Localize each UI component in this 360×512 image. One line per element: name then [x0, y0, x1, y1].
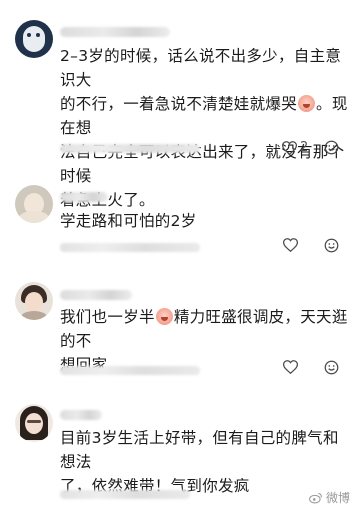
crying-face-emoji-icon — [298, 95, 316, 112]
crying-face-emoji-icon — [155, 308, 173, 325]
weibo-logo-icon — [309, 492, 322, 503]
username-redacted — [60, 27, 170, 37]
comment-item: 学走路和可怕的2岁 — [0, 165, 360, 265]
avatar[interactable] — [15, 404, 53, 442]
avatar[interactable] — [15, 282, 53, 320]
comment-item: 我们也一岁半 精力旺盛很调皮，天天逛的不 想回家 — [0, 268, 360, 388]
reply-emoji-button[interactable] — [324, 140, 339, 155]
comment-item: 2–3岁的时候，话么说不出多少，自主意识大 的不行，一着急说不清楚娃就爆哭 。现在… — [0, 0, 360, 209]
comment-meta-redacted — [60, 243, 200, 252]
comment-meta-redacted — [60, 490, 190, 499]
comment-meta-redacted — [60, 144, 200, 153]
username-redacted — [60, 192, 108, 202]
username-redacted — [60, 410, 102, 420]
avatar[interactable] — [15, 185, 53, 223]
heart-outline-icon — [283, 238, 298, 252]
like-button[interactable] — [283, 238, 298, 252]
reply-emoji-button[interactable] — [324, 238, 339, 253]
comment-item: 目前3岁生活上好带，但有自己的脾气和想法 了，依然难带！气到你发疯 — [0, 390, 360, 512]
reply-emoji-icon — [324, 140, 339, 155]
like-count: 2 — [300, 140, 309, 155]
comment-meta-redacted — [60, 366, 200, 375]
comment-text: 学走路和可怕的2岁 — [60, 212, 197, 230]
like-button[interactable]: 2 — [282, 140, 308, 155]
heart-outline-icon — [282, 140, 297, 155]
username-redacted — [60, 290, 132, 300]
watermark-text: 微博 — [325, 491, 350, 505]
heart-outline-icon — [283, 360, 298, 374]
reply-emoji-button[interactable] — [324, 360, 339, 375]
reply-emoji-icon — [324, 238, 339, 253]
comment-text: 目前3岁生活上好带，但有自己的脾气和想法 了，依然难带！气到你发疯 — [60, 429, 339, 495]
avatar[interactable] — [15, 20, 53, 58]
weibo-watermark: 微博 — [309, 489, 350, 506]
like-button[interactable] — [283, 360, 298, 374]
reply-emoji-icon — [324, 360, 339, 375]
